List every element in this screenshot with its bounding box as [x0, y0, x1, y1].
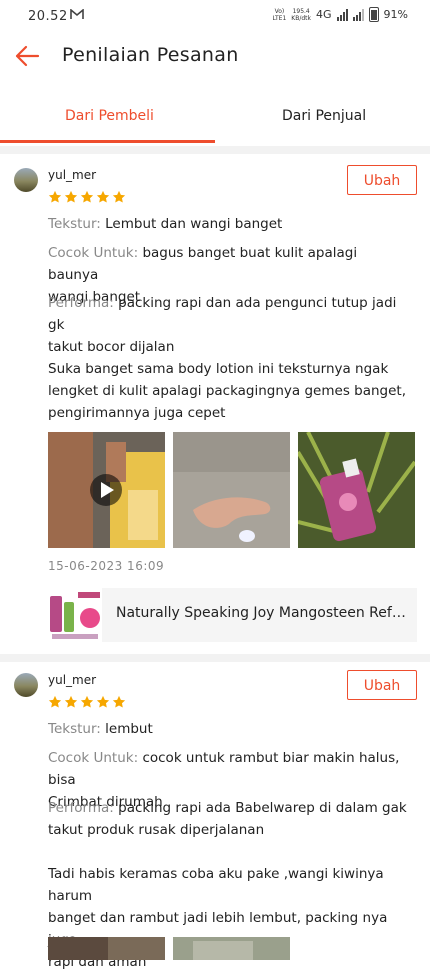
battery-level: 91%: [383, 8, 408, 21]
avatar[interactable]: [14, 673, 38, 697]
star-icon: [48, 695, 62, 708]
star-icon: [96, 695, 110, 708]
review-comment: Suka banget sama body lotion ini tekstur…: [48, 361, 407, 421]
suitable-label: Cocok Untuk: [48, 750, 134, 766]
star-icon: [64, 695, 78, 708]
active-tab-indicator: [0, 140, 215, 143]
tab-from-seller[interactable]: Dari Penjual: [282, 108, 366, 124]
app-header: Penilaian Pesanan: [0, 32, 430, 84]
edit-review-button[interactable]: Ubah: [347, 670, 417, 700]
avatar[interactable]: [14, 168, 38, 192]
review-date: 15-06-2023 16:09: [48, 559, 165, 573]
star-icon: [48, 190, 62, 203]
edit-review-button[interactable]: Ubah: [347, 165, 417, 195]
suitable-label: Cocok Untuk: [48, 245, 134, 261]
texture-label: Tekstur: [48, 216, 97, 232]
tab-from-buyer[interactable]: Dari Pembeli: [65, 108, 154, 124]
performance-label: Performa: [48, 295, 110, 311]
section-divider: [0, 146, 430, 154]
status-time: 20.52: [28, 9, 68, 24]
performance-label: Performa: [48, 800, 110, 816]
play-icon[interactable]: [90, 474, 122, 506]
network-speed: 195.4 KB/dtk: [291, 7, 312, 22]
signal-icon: [336, 8, 348, 21]
review-photo[interactable]: [173, 432, 290, 548]
star-icon: [112, 695, 126, 708]
reviewer-username: yul_mer: [48, 673, 97, 687]
performance-line: Performa: packing rapi dan ada pengunci …: [48, 295, 397, 355]
texture-line: Tekstur: lembut: [48, 721, 153, 737]
product-card[interactable]: Naturally Speaking Joy Mangosteen Refres…: [48, 588, 417, 642]
reviewer-username: yul_mer: [48, 168, 97, 182]
gmail-icon: [70, 8, 84, 23]
texture-line: Tekstur: Lembut dan wangi banget: [48, 216, 283, 232]
network-type: 4G: [316, 8, 332, 21]
review-photo[interactable]: [173, 937, 290, 960]
star-icon: [112, 190, 126, 203]
star-icon: [80, 695, 94, 708]
review-card: yul_mer Ubah Tekstur: lembut Cocok Untuk…: [0, 659, 430, 970]
battery-icon: [368, 7, 379, 22]
star-icon: [64, 190, 78, 203]
signal-icon-2: [352, 8, 364, 21]
review-photo[interactable]: [298, 432, 415, 548]
review-photo[interactable]: [48, 937, 165, 960]
texture-value: lembut: [105, 721, 153, 737]
page-title: Penilaian Pesanan: [62, 44, 239, 66]
review-video-thumbnail[interactable]: [48, 432, 165, 548]
status-bar: 20.52 Vo) LTE1 195.4 KB/dtk 4G 91%: [0, 0, 430, 32]
review-card: yul_mer Ubah Tekstur: Lembut dan wangi b…: [0, 154, 430, 654]
star-rating: [48, 190, 126, 204]
volte-indicator: Vo) LTE1: [272, 7, 287, 22]
product-thumbnail: [48, 588, 102, 642]
product-name: Naturally Speaking Joy Mangosteen Refres…: [116, 605, 411, 621]
star-icon: [80, 190, 94, 203]
texture-label: Tekstur: [48, 721, 97, 737]
performance-line: Performa: packing rapi ada Babelwarep di…: [48, 800, 407, 838]
star-icon: [96, 190, 110, 203]
arrow-left-icon[interactable]: [14, 43, 40, 69]
tab-bar: Dari Pembeli Dari Penjual: [0, 96, 430, 144]
texture-value: Lembut dan wangi banget: [105, 216, 283, 232]
star-rating: [48, 695, 126, 709]
